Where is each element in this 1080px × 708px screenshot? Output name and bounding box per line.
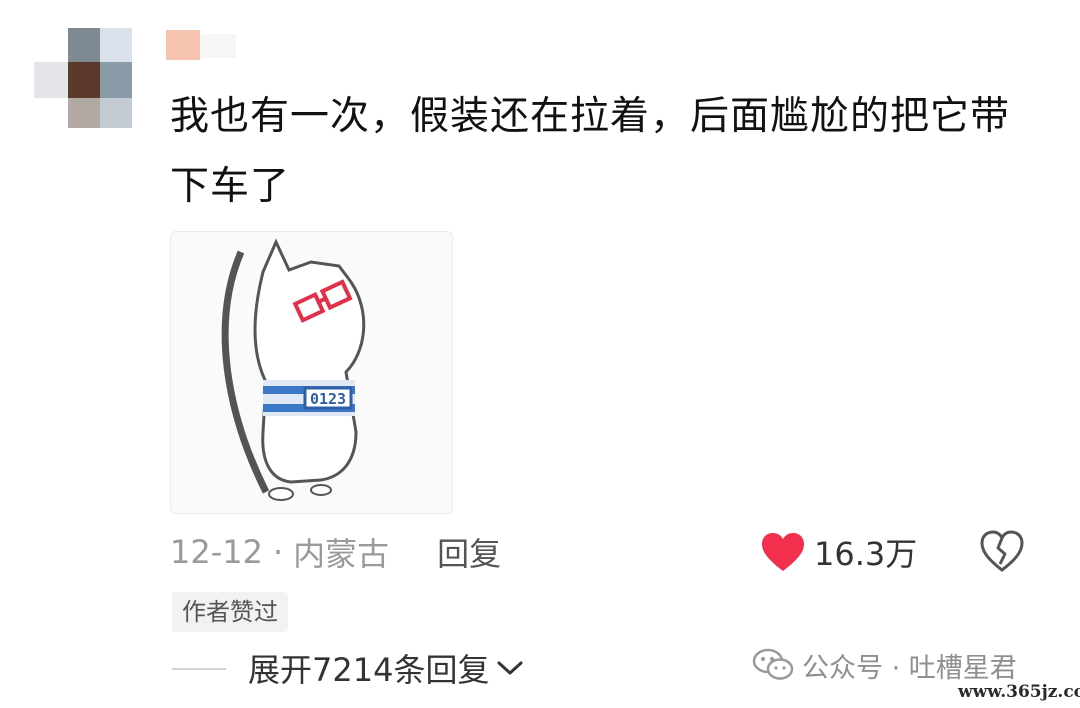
like-count: 16.3万 bbox=[814, 535, 918, 573]
wechat-icon bbox=[752, 648, 794, 680]
comment-location: 内蒙古 bbox=[293, 535, 390, 573]
reply-button[interactable]: 回复 bbox=[437, 529, 501, 575]
site-watermark: www.365jz.com bbox=[956, 682, 1080, 702]
comment-date: 12-12 bbox=[170, 533, 263, 571]
username[interactable] bbox=[166, 30, 238, 60]
expand-replies-button[interactable]: 展开7214条回复 bbox=[248, 643, 525, 693]
meta-separator: · bbox=[272, 533, 284, 571]
comment-meta: 12-12 · 内蒙古 回复 bbox=[170, 527, 501, 577]
avatar-pixel bbox=[100, 28, 132, 62]
sticker-shirt-number: 0123 bbox=[310, 390, 346, 408]
cat-sticker-drawing: 0123 bbox=[171, 232, 452, 513]
watermark-text: 公众号 · 吐槽星君 bbox=[802, 652, 1017, 684]
avatar-pixel bbox=[100, 98, 132, 128]
avatar-pixel bbox=[100, 62, 132, 98]
chevron-down-icon bbox=[497, 661, 523, 675]
avatar-pixel bbox=[68, 62, 100, 98]
comment-text: 我也有一次，假装还在拉着，后面尴尬的把它带下车了 bbox=[170, 94, 1011, 209]
expand-replies-label: 展开7214条回复 bbox=[248, 651, 490, 689]
author-liked-badge: 作者赞过 bbox=[172, 592, 288, 632]
divider-line bbox=[172, 668, 226, 670]
heart-icon bbox=[762, 533, 804, 571]
username-pixel bbox=[200, 34, 236, 58]
avatar-pixel bbox=[68, 98, 100, 128]
avatar-pixel bbox=[68, 28, 100, 62]
dislike-button[interactable] bbox=[978, 528, 1026, 574]
sticker-image[interactable]: 0123 bbox=[170, 231, 453, 514]
broken-heart-icon bbox=[980, 530, 1024, 572]
like-button[interactable]: 16.3万 bbox=[760, 527, 917, 577]
avatar[interactable] bbox=[34, 28, 138, 132]
avatar-pixel bbox=[34, 62, 68, 98]
username-pixel bbox=[166, 30, 200, 60]
